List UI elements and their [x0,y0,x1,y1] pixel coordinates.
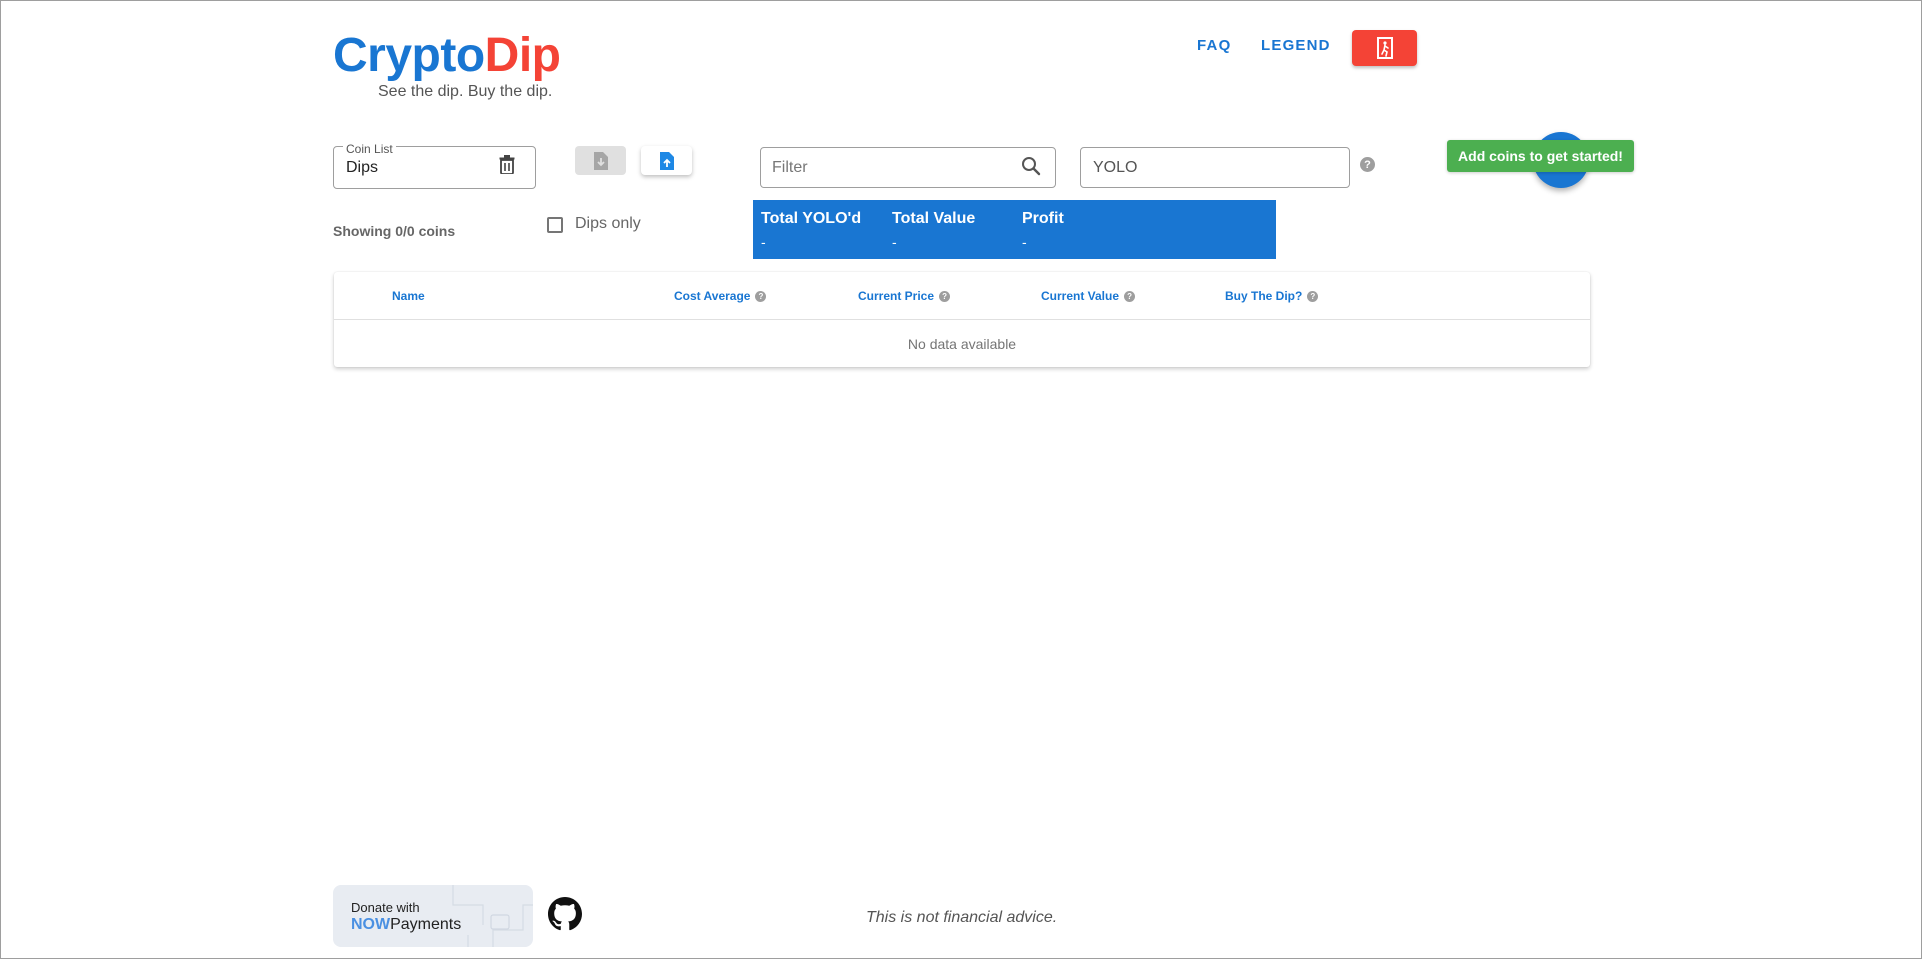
total-value: - [761,234,766,250]
exit-door-icon [1376,37,1393,59]
app-logo: CryptoDip [333,27,561,85]
total-title: Profit [1022,210,1064,227]
trash-icon[interactable] [499,155,515,179]
search-icon[interactable] [1021,156,1041,181]
donate-button[interactable]: Donate with NOWPayments [333,885,533,947]
column-label: Cost Average [674,289,751,303]
nowpayments-now: NOW [351,916,391,933]
table-divider [334,319,1590,320]
no-data-message: No data available [907,336,1017,352]
github-icon[interactable] [548,897,582,936]
help-icon[interactable]: ? [1360,157,1375,172]
nav-faq-link[interactable]: FAQ [1197,37,1231,54]
column-header-current-price[interactable]: Current Price ? [858,289,951,303]
exit-button[interactable] [1352,30,1417,66]
total-yolod: Total YOLO'd - [761,210,861,250]
yolo-value: YOLO [1093,159,1138,176]
file-download-icon [593,151,608,170]
logo-crypto: Crypto [333,29,485,82]
profit-col: Profit - [1022,210,1064,250]
column-label: Buy The Dip? [1225,289,1303,303]
coin-list-label: Coin List [343,142,396,156]
column-header-cost-average[interactable]: Cost Average ? [674,289,767,303]
coin-list-value: Dips [346,159,379,176]
column-header-current-value[interactable]: Current Value ? [1041,289,1136,303]
total-title: Total Value [892,210,976,227]
totals-bar: Total YOLO'd - Total Value - Profit - [753,200,1276,259]
file-upload-icon [659,151,674,170]
help-icon[interactable]: ? [939,290,951,302]
total-value: - [892,234,897,250]
total-value-col: Total Value - [892,210,975,250]
total-title: Total YOLO'd [761,210,862,227]
column-label: Current Value [1041,289,1120,303]
add-coins-tooltip: Add coins to get started! [1447,140,1634,172]
dips-only-checkbox[interactable] [547,217,563,233]
column-header-name[interactable]: Name [392,289,425,303]
filter-placeholder: Filter [772,159,808,176]
column-header-buy-the-dip[interactable]: Buy The Dip? ? [1225,289,1319,303]
total-value: - [1022,234,1027,250]
upload-file-button[interactable] [641,146,692,175]
disclaimer-text: This is not financial advice. [866,909,1058,926]
logo-dip: Dip [484,29,561,82]
help-icon[interactable]: ? [755,290,767,302]
tagline: See the dip. Buy the dip. [378,83,553,100]
dips-only-label[interactable]: Dips only [575,215,641,233]
nav-legend-link[interactable]: LEGEND [1261,37,1331,54]
nowpayments-logo: NOWPayments [351,916,461,934]
coins-table: Name Cost Average ? Current Price ? Curr… [334,272,1590,367]
nowpayments-payments: Payments [390,916,462,933]
donate-label: Donate with [351,900,420,915]
column-label: Name [392,289,425,303]
download-file-button[interactable] [575,146,626,175]
help-icon[interactable]: ? [1124,290,1136,302]
column-label: Current Price [858,289,935,303]
showing-count: Showing 0/0 coins [333,223,456,239]
help-icon[interactable]: ? [1307,290,1319,302]
